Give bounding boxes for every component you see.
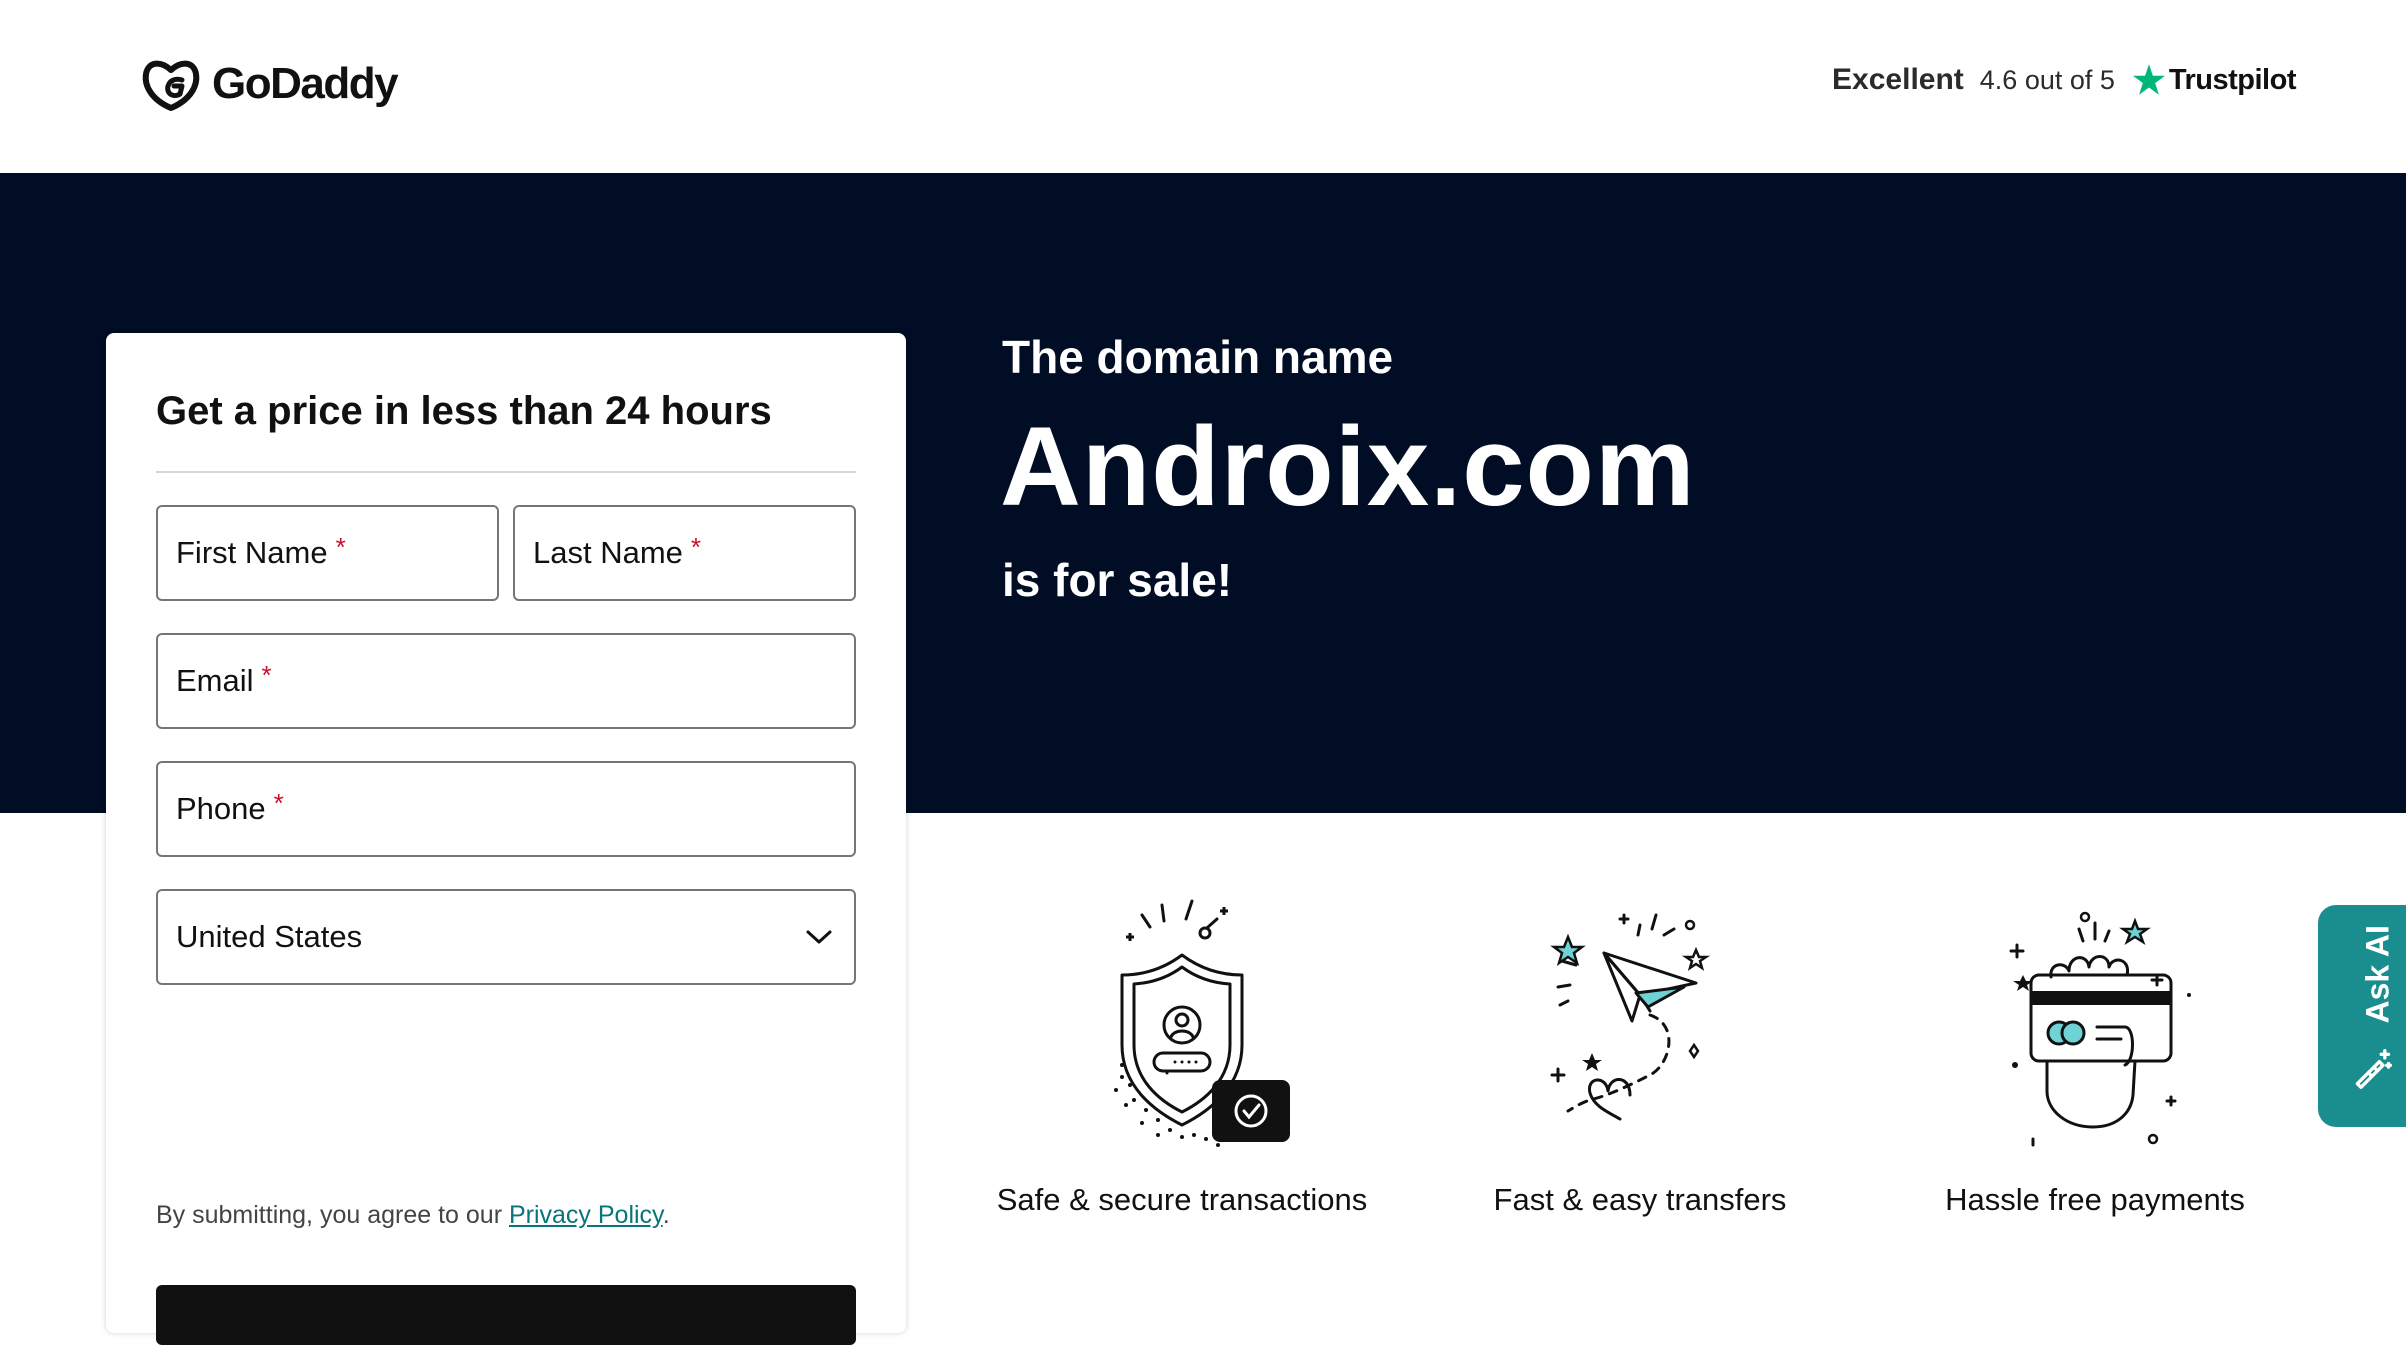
ask-ai-button[interactable]: Ask AI	[2318, 905, 2406, 1127]
rating-score: 4.6 out of 5	[1979, 64, 2115, 95]
hand-card-icon	[2009, 911, 2191, 1147]
first-name-label: First Name	[176, 535, 328, 570]
consent-text: By submitting, you agree to our Privacy …	[156, 1201, 670, 1230]
trustpilot-star-icon	[2132, 64, 2165, 95]
email-field[interactable]: Email *	[156, 633, 856, 729]
price-request-form: Get a price in less than 24 hours First …	[106, 333, 906, 1345]
ask-ai-label: Ask AI	[2359, 925, 2396, 1024]
form-divider	[156, 471, 856, 473]
form-title: Get a price in less than 24 hours	[156, 389, 772, 433]
feature-transfers: Fast & easy transfers	[1410, 895, 1870, 1218]
logo-wordmark: GoDaddy	[212, 59, 399, 108]
phone-label: Phone	[176, 791, 266, 826]
submit-button[interactable]	[156, 1285, 856, 1345]
country-value: United States	[176, 919, 363, 954]
feature-payments: Hassle free payments	[1865, 895, 2325, 1218]
phone-field[interactable]: Phone *	[156, 761, 856, 857]
last-name-field[interactable]: Last Name *	[513, 505, 856, 601]
country-select[interactable]: United States	[156, 889, 856, 985]
last-name-label: Last Name	[533, 535, 683, 570]
required-mark: *	[261, 659, 272, 690]
feature-secure-title: Safe & secure transactions	[996, 1182, 1368, 1217]
email-label: Email	[176, 663, 254, 698]
top-header: GoDaddy Excellent 4.6 out of 5 Trustpilo…	[0, 0, 2406, 173]
required-mark: *	[335, 531, 346, 562]
hero-tagline: is for sale!	[1002, 554, 1233, 606]
rating-label: Excellent	[1832, 63, 1964, 96]
consent-prefix: By submitting, you agree to our	[156, 1201, 509, 1229]
feature-secure: Safe & secure transactions	[952, 895, 1412, 1218]
shield-check-icon	[1114, 899, 1290, 1147]
required-mark: *	[690, 531, 702, 562]
trustpilot-label: Trustpilot	[2168, 63, 2297, 96]
paper-plane-icon	[1550, 913, 1711, 1121]
godaddy-logo[interactable]: GoDaddy	[140, 56, 399, 112]
feature-payments-title: Hassle free payments	[1945, 1182, 2245, 1217]
feature-transfers-title: Fast & easy transfers	[1493, 1182, 1787, 1217]
first-name-field[interactable]: First Name *	[156, 505, 499, 601]
godaddy-logo-icon	[142, 60, 200, 111]
chevron-down-icon	[806, 930, 832, 944]
consent-suffix: .	[662, 1201, 670, 1229]
domain-name: Androix.com	[1000, 404, 1696, 529]
magic-wand-icon	[2355, 1049, 2392, 1089]
hero-subtitle: The domain name	[1002, 331, 1394, 383]
trustpilot-rating[interactable]: Excellent 4.6 out of 5 Trustpilot	[1832, 62, 2296, 98]
trustpilot-brand: Trustpilot	[2131, 62, 2297, 98]
required-mark: *	[273, 787, 284, 818]
privacy-policy-link[interactable]: Privacy Policy	[509, 1201, 663, 1229]
